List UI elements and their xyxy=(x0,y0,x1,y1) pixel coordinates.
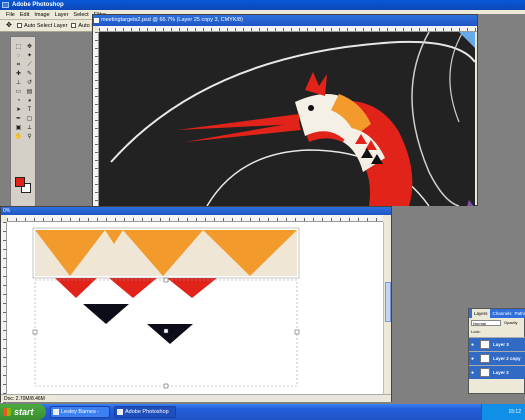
menu-layer[interactable]: Layer xyxy=(55,12,69,18)
taskbar-item-label: Adobe Photoshop xyxy=(125,409,169,415)
taskbar-item-label: Lesley Barnes - Colou... xyxy=(61,409,100,415)
horizontal-ruler-bottom xyxy=(7,215,383,222)
system-tray: 15:12 xyxy=(481,404,525,420)
menu-edit[interactable]: Edit xyxy=(20,12,29,18)
start-button[interactable]: start xyxy=(0,404,46,420)
menu-image[interactable]: Image xyxy=(34,12,49,18)
document-title-bar[interactable]: meetingtargets2.psd @ 66.7% (Layer 25 co… xyxy=(93,15,477,26)
triangle-pattern-artwork xyxy=(32,227,300,389)
hand-tool-icon[interactable]: ✋ xyxy=(13,133,24,142)
opacity-label: Opacity xyxy=(504,320,518,325)
auto-select-layer-checkbox[interactable] xyxy=(17,23,22,28)
taskbar-item[interactable]: Lesley Barnes - Colou... xyxy=(50,406,110,418)
vertical-scrollbar[interactable] xyxy=(383,222,391,394)
stamp-tool-icon[interactable]: ⊥ xyxy=(13,79,24,88)
clock: 15:12 xyxy=(508,409,521,415)
document-window-top: meetingtargets2.psd @ 66.7% (Layer 25 co… xyxy=(92,14,478,207)
foreground-color-swatch[interactable] xyxy=(15,177,25,187)
zoom-indicator: 0% xyxy=(3,208,11,214)
layer-name: Layer 2 xyxy=(493,370,509,375)
pen-tool-icon[interactable]: ✒ xyxy=(13,115,24,124)
move-icon[interactable]: ✥ xyxy=(6,22,14,30)
blur-tool-icon[interactable]: ◔ xyxy=(13,97,24,106)
layer-name: Layer 2 copy xyxy=(493,356,521,361)
layer-row[interactable]: ● Layer 2 xyxy=(469,365,525,379)
layer-row[interactable]: ● Layer 3 xyxy=(469,337,525,351)
crop-tool-icon[interactable]: ⌗ xyxy=(13,61,24,70)
auto-select-groups-checkbox[interactable] xyxy=(71,23,77,28)
layers-palette: Layers Channels Paths Normal Opacity Loc… xyxy=(468,308,525,394)
workspace-background xyxy=(478,14,525,304)
brush-tool-icon[interactable]: ✎ xyxy=(24,70,35,79)
layer-thumbnail xyxy=(480,368,490,377)
menu-select[interactable]: Select xyxy=(73,12,88,18)
app-icon xyxy=(53,409,59,415)
zoom-tool-icon[interactable]: ⚲ xyxy=(24,133,35,142)
layer-thumbnail xyxy=(480,340,490,349)
canvas-pattern[interactable] xyxy=(7,222,383,394)
lock-label: Lock: xyxy=(471,329,481,334)
layer-row[interactable]: ● Layer 2 copy xyxy=(469,351,525,365)
photoshop-icon xyxy=(117,409,123,415)
tab-paths[interactable]: Paths xyxy=(515,309,525,318)
document-window-bottom: 0% Doc: 2.70M/8.46M xyxy=(0,206,392,403)
lasso-tool-icon[interactable]: ◌ xyxy=(13,52,24,61)
layer-name: Layer 3 xyxy=(493,342,509,347)
bird-artwork xyxy=(99,32,475,206)
magic-wand-tool-icon[interactable]: ✦ xyxy=(24,52,35,61)
toolbox: ⬚ ✥ ◌ ✦ ⌗ ⟋ ✚ ✎ ⊥ ↺ ▭ ▤ ◔ ◕ ➤ T ✒ ▢ ▣ ⟂ … xyxy=(10,36,36,208)
doc-size-status: Doc: 2.70M/8.46M xyxy=(4,396,45,402)
document-title: meetingtargets2.psd @ 66.7% (Layer 25 co… xyxy=(101,17,243,23)
tab-layers[interactable]: Layers xyxy=(472,309,490,318)
blend-mode-select[interactable]: Normal xyxy=(471,320,501,326)
app-title-bar[interactable]: Adobe Photoshop xyxy=(0,0,525,10)
eyedropper-tool-icon[interactable]: ⟂ xyxy=(24,124,35,133)
slice-tool-icon[interactable]: ⟋ xyxy=(24,61,35,70)
start-label: start xyxy=(14,407,34,417)
horizontal-scrollbar[interactable] xyxy=(57,395,383,401)
eraser-tool-icon[interactable]: ▭ xyxy=(13,88,24,97)
layer-thumbnail xyxy=(480,354,490,363)
notes-tool-icon[interactable]: ▣ xyxy=(13,124,24,133)
app-title: Adobe Photoshop xyxy=(12,2,64,8)
shape-tool-icon[interactable]: ▢ xyxy=(24,115,35,124)
taskbar: start Lesley Barnes - Colou... Adobe Pho… xyxy=(0,404,525,420)
photoshop-icon xyxy=(2,2,9,8)
history-brush-icon[interactable]: ↺ xyxy=(24,79,35,88)
marquee-tool-icon[interactable]: ⬚ xyxy=(13,43,24,52)
palette-tabs: Layers Channels Paths xyxy=(469,309,525,318)
path-selection-icon[interactable]: ➤ xyxy=(13,106,24,115)
tab-channels[interactable]: Channels xyxy=(493,309,512,318)
type-tool-icon[interactable]: T xyxy=(24,106,35,115)
document-icon xyxy=(94,18,99,23)
eye-icon[interactable]: ● xyxy=(471,342,477,348)
canvas-artwork-bird[interactable] xyxy=(99,32,475,206)
document-bottom-title-bar[interactable]: 0% xyxy=(1,207,391,215)
auto-select-layer-label: Auto Select Layer xyxy=(24,22,68,29)
windows-logo-icon xyxy=(3,408,11,416)
eye-icon[interactable]: ● xyxy=(471,370,477,376)
dodge-tool-icon[interactable]: ◕ xyxy=(24,97,35,106)
taskbar-item-active[interactable]: Adobe Photoshop xyxy=(114,406,176,418)
scrollbar-thumb[interactable] xyxy=(385,282,391,322)
gradient-tool-icon[interactable]: ▤ xyxy=(24,88,35,97)
eye-icon[interactable]: ● xyxy=(471,356,477,362)
healing-tool-icon[interactable]: ✚ xyxy=(13,70,24,79)
move-tool-icon[interactable]: ✥ xyxy=(24,43,35,52)
menu-file[interactable]: File xyxy=(6,12,15,18)
